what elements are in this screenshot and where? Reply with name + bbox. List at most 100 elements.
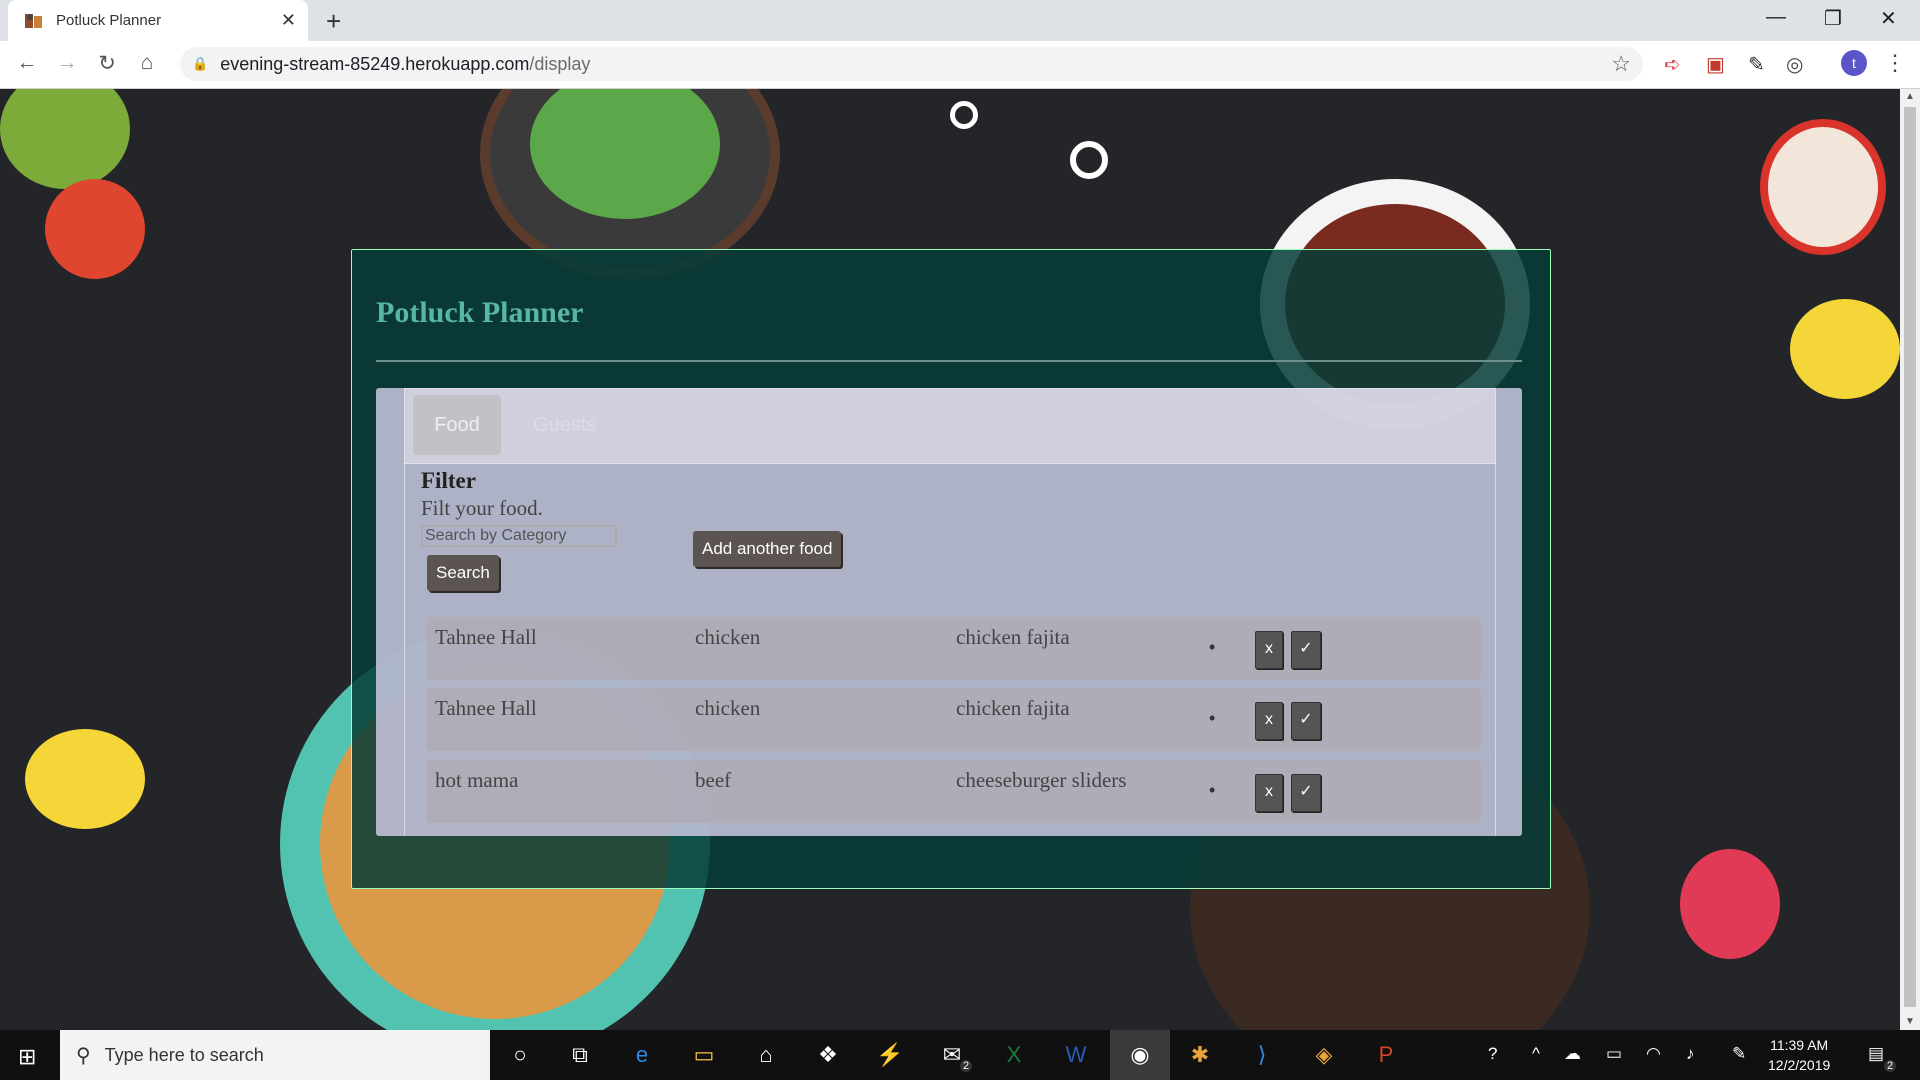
food-row: Tahnee Hall chicken chicken fajita • x ✓ bbox=[427, 617, 1481, 680]
show-hidden-icons-icon[interactable]: ^ bbox=[1532, 1044, 1540, 1064]
guest-name: hot mama bbox=[435, 768, 519, 792]
food-row: Tahnee Hall chicken chicken fajita • x ✓ bbox=[427, 688, 1481, 751]
delete-button[interactable]: x bbox=[1255, 631, 1283, 669]
filter-subtitle: Filt your food. bbox=[421, 496, 543, 520]
scrollbar-thumb[interactable] bbox=[1904, 107, 1916, 1007]
powerpoint-icon[interactable]: P bbox=[1370, 1040, 1402, 1070]
search-icon: ⚲ bbox=[76, 1044, 91, 1067]
extension-share-icon[interactable]: ➪ bbox=[1664, 52, 1681, 77]
bookmark-star-icon[interactable]: ☆ bbox=[1611, 51, 1631, 77]
taskbar-clock[interactable]: 11:39 AM 12/2/2019 bbox=[1768, 1035, 1830, 1075]
address-bar[interactable]: 🔒 evening-stream-85249.herokuapp.com/dis… bbox=[180, 47, 1643, 81]
tab-food[interactable]: Food bbox=[413, 395, 501, 455]
pocket-icon[interactable]: ▣ bbox=[1706, 52, 1725, 77]
notification-badge: 2 bbox=[1884, 1060, 1897, 1072]
home-icon[interactable]: ⌂ bbox=[133, 51, 161, 75]
apple-decoration bbox=[1760, 119, 1886, 255]
vscode-icon[interactable]: ⟩ bbox=[1246, 1040, 1278, 1070]
slack-icon[interactable]: ✱ bbox=[1184, 1040, 1216, 1070]
windows-start-icon[interactable]: ⊞ bbox=[18, 1044, 36, 1070]
search-button[interactable]: Search bbox=[427, 555, 499, 591]
browser-tab[interactable]: Potluck Planner ✕ bbox=[8, 0, 308, 41]
word-icon[interactable]: W bbox=[1060, 1040, 1092, 1070]
food-category: chicken bbox=[695, 696, 761, 720]
cortana-icon[interactable]: ○ bbox=[504, 1040, 536, 1070]
lock-icon: 🔒 bbox=[192, 56, 209, 71]
bullet-icon: • bbox=[1209, 780, 1216, 800]
dish-name: chicken fajita bbox=[956, 696, 1070, 720]
browser-tab-title: Potluck Planner bbox=[56, 12, 162, 29]
restore-icon[interactable]: ❐ bbox=[1824, 6, 1842, 31]
extension-circle-icon[interactable]: ◎ bbox=[1786, 52, 1803, 77]
clock-date: 12/2/2019 bbox=[1768, 1057, 1831, 1073]
ring-decoration bbox=[950, 101, 978, 129]
page-scrollbar[interactable]: ▲ ▼ bbox=[1900, 89, 1920, 1030]
tab-guests[interactable]: Guests bbox=[533, 395, 596, 455]
radish-decoration bbox=[1680, 849, 1780, 959]
bullet-icon: • bbox=[1209, 708, 1216, 728]
git-kraken-icon[interactable]: ◈ bbox=[1308, 1040, 1340, 1070]
notifications-icon[interactable]: ▤ bbox=[1868, 1044, 1884, 1064]
guest-name: Tahnee Hall bbox=[435, 625, 537, 649]
dish-name: cheeseburger sliders bbox=[956, 768, 1127, 792]
profile-avatar[interactable]: t bbox=[1841, 50, 1867, 76]
pen-icon[interactable]: ✎ bbox=[1732, 1044, 1746, 1064]
onedrive-icon[interactable]: ☁ bbox=[1564, 1044, 1581, 1064]
avocado-decoration bbox=[0, 89, 130, 189]
chrome-icon[interactable]: ◉ bbox=[1110, 1030, 1170, 1080]
lemon-decoration bbox=[25, 729, 145, 829]
bullet-icon: • bbox=[1209, 637, 1216, 657]
add-food-button[interactable]: Add another food bbox=[693, 531, 842, 567]
task-view-icon[interactable]: ⧉ bbox=[564, 1040, 596, 1070]
delete-button[interactable]: x bbox=[1255, 774, 1283, 812]
confirm-button[interactable]: ✓ bbox=[1291, 774, 1321, 812]
scroll-down-icon[interactable]: ▼ bbox=[1905, 1016, 1915, 1027]
scroll-up-icon[interactable]: ▲ bbox=[1905, 91, 1915, 102]
eyedropper-extension-icon[interactable]: ✎ bbox=[1748, 52, 1765, 77]
close-tab-icon[interactable]: ✕ bbox=[281, 10, 296, 31]
volume-icon[interactable]: ♪ bbox=[1686, 1044, 1695, 1064]
new-tab-button[interactable]: + bbox=[326, 6, 341, 37]
browser-toolbar: ← → ↻ ⌂ 🔒 evening-stream-85249.herokuapp… bbox=[0, 41, 1920, 89]
title-divider bbox=[376, 360, 1522, 362]
dropbox-icon[interactable]: ❖ bbox=[812, 1040, 844, 1070]
file-explorer-icon[interactable]: ▭ bbox=[688, 1040, 720, 1070]
excel-icon[interactable]: X bbox=[998, 1040, 1030, 1070]
potluck-card: Potluck Planner Food Guests Filter Filt … bbox=[351, 249, 1551, 889]
delete-button[interactable]: x bbox=[1255, 702, 1283, 740]
potluck-favicon-icon bbox=[25, 13, 42, 28]
food-panel: Filter Filt your food. Search Add anothe… bbox=[404, 462, 1496, 836]
category-search-input[interactable] bbox=[421, 525, 617, 547]
url-host: evening-stream-85249.herokuapp.com bbox=[220, 53, 530, 74]
confirm-button[interactable]: ✓ bbox=[1291, 631, 1321, 669]
window-close-icon[interactable]: ✕ bbox=[1880, 6, 1897, 31]
food-row: hot mama beef cheeseburger sliders • x ✓ bbox=[427, 760, 1481, 823]
wifi-icon[interactable]: ◠ bbox=[1646, 1044, 1661, 1064]
azure-icon[interactable]: ⚡ bbox=[874, 1040, 906, 1070]
page-title: Potluck Planner bbox=[376, 296, 584, 329]
minimize-icon[interactable]: — bbox=[1766, 6, 1786, 29]
ring-decoration-2 bbox=[1070, 141, 1108, 179]
food-category: beef bbox=[695, 768, 732, 792]
guest-name: Tahnee Hall bbox=[435, 696, 537, 720]
browser-menu-icon[interactable]: ⋮ bbox=[1884, 50, 1906, 76]
battery-icon[interactable]: ▭ bbox=[1606, 1044, 1622, 1064]
reload-icon[interactable]: ↻ bbox=[93, 51, 121, 76]
url-path: /display bbox=[529, 53, 591, 74]
forward-icon[interactable]: → bbox=[53, 51, 81, 75]
help-icon[interactable]: ? bbox=[1488, 1044, 1497, 1064]
taskbar-search-placeholder: Type here to search bbox=[104, 1044, 264, 1065]
content-panel: Food Guests Filter Filt your food. Searc… bbox=[376, 388, 1522, 836]
back-icon[interactable]: ← bbox=[13, 51, 41, 75]
confirm-button[interactable]: ✓ bbox=[1291, 702, 1321, 740]
edge-icon[interactable]: e bbox=[626, 1040, 658, 1070]
tab-strip: Food Guests bbox=[404, 388, 1496, 464]
clock-time: 11:39 AM bbox=[1770, 1037, 1829, 1053]
lemon-right-decoration bbox=[1790, 299, 1900, 399]
taskbar-search[interactable]: ⚲ Type here to search bbox=[60, 1030, 490, 1080]
tomato-decoration bbox=[45, 179, 145, 279]
mail-badge: 2 bbox=[960, 1060, 973, 1072]
filter-heading: Filter bbox=[421, 468, 476, 493]
windows-taskbar: ⊞ ⚲ Type here to search ○ ⧉ e ▭ ⌂ ❖ ⚡ ✉ … bbox=[0, 1030, 1920, 1080]
store-icon[interactable]: ⌂ bbox=[750, 1040, 782, 1070]
